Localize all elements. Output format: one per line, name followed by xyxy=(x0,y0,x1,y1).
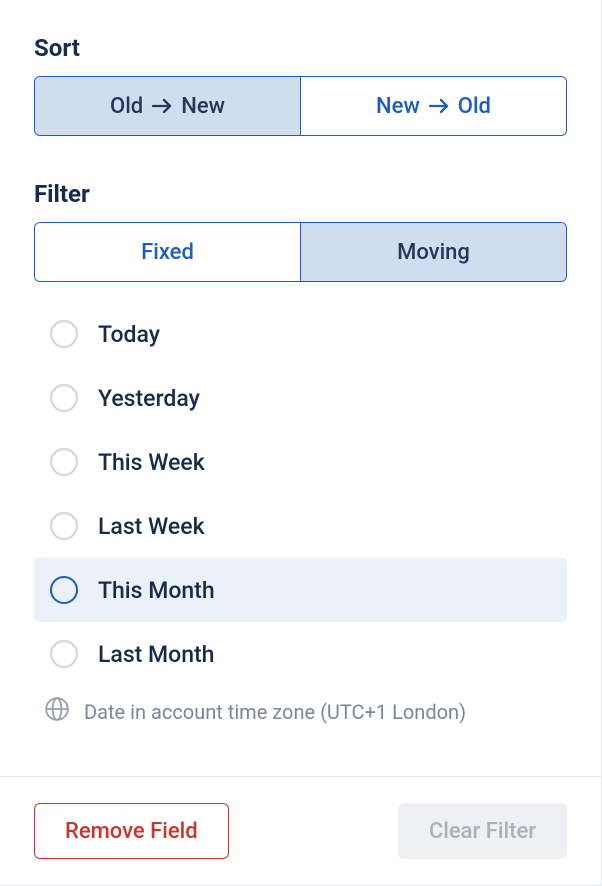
arrow-right-icon xyxy=(428,97,450,115)
sort-option-prefix: Old xyxy=(110,94,143,119)
filter-option-label: This Week xyxy=(98,449,205,476)
filter-option-label: Today xyxy=(98,321,160,348)
globe-icon xyxy=(44,696,70,727)
filter-option-last-week[interactable]: Last Week xyxy=(34,494,567,558)
radio-icon xyxy=(50,448,78,476)
sort-new-to-old[interactable]: New Old xyxy=(300,77,566,135)
filter-segmented-control: Fixed Moving xyxy=(34,222,567,282)
filter-option-label: Yesterday xyxy=(98,385,200,412)
button-label: Remove Field xyxy=(65,819,198,844)
radio-icon xyxy=(50,384,78,412)
filter-heading: Filter xyxy=(34,180,567,208)
arrow-right-icon xyxy=(151,97,173,115)
sort-segmented-control: Old New New Old xyxy=(34,76,567,136)
filter-tab-fixed[interactable]: Fixed xyxy=(35,223,300,281)
sort-option-suffix: Old xyxy=(458,94,491,119)
radio-icon xyxy=(50,576,78,604)
filter-option-this-week[interactable]: This Week xyxy=(34,430,567,494)
filter-tab-moving[interactable]: Moving xyxy=(300,223,566,281)
remove-field-button[interactable]: Remove Field xyxy=(34,803,229,859)
timezone-note: Date in account time zone (UTC+1 London) xyxy=(34,696,567,727)
clear-filter-button: Clear Filter xyxy=(398,803,567,859)
sort-option-prefix: New xyxy=(376,94,420,119)
sort-heading: Sort xyxy=(34,34,567,62)
radio-icon xyxy=(50,640,78,668)
timezone-text: Date in account time zone (UTC+1 London) xyxy=(84,700,466,724)
filter-option-this-month[interactable]: This Month xyxy=(34,558,567,622)
panel-footer: Remove Field Clear Filter xyxy=(0,776,601,885)
filter-options-list: Today Yesterday This Week Last Week This… xyxy=(34,302,567,686)
filter-option-yesterday[interactable]: Yesterday xyxy=(34,366,567,430)
sort-option-suffix: New xyxy=(181,94,225,119)
radio-icon xyxy=(50,320,78,348)
filter-option-today[interactable]: Today xyxy=(34,302,567,366)
sort-old-to-new[interactable]: Old New xyxy=(35,77,300,135)
filter-option-label: Last Month xyxy=(98,641,214,668)
filter-option-label: Last Week xyxy=(98,513,205,540)
filter-option-label: This Month xyxy=(98,577,215,604)
radio-icon xyxy=(50,512,78,540)
filter-option-last-month[interactable]: Last Month xyxy=(34,622,567,686)
button-label: Clear Filter xyxy=(429,819,536,844)
